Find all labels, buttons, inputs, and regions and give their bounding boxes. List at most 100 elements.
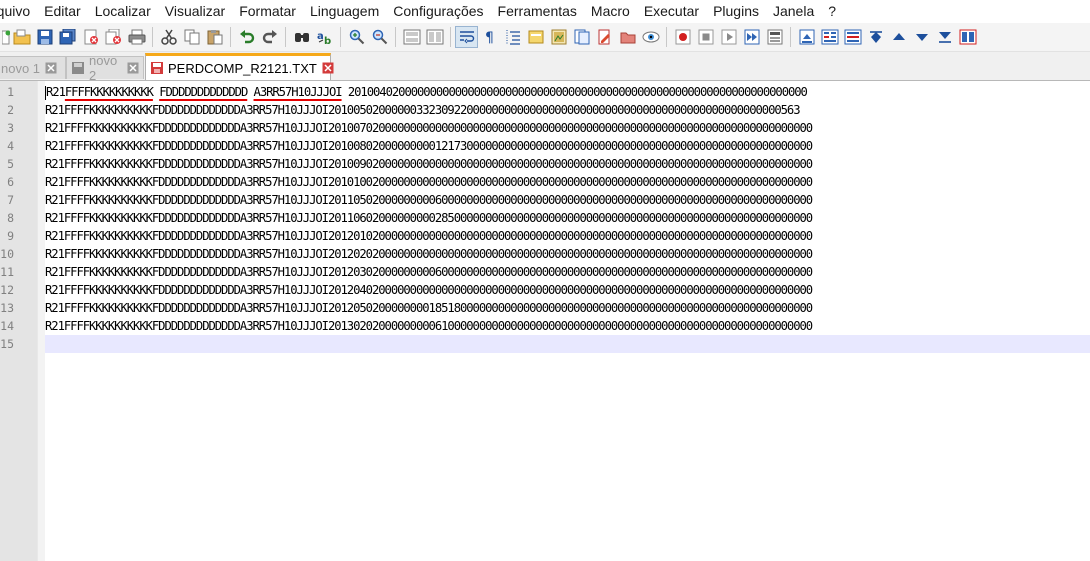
document-map-icon[interactable] [547, 26, 570, 48]
menu-plugins[interactable]: Plugins [706, 0, 766, 23]
line-number: 5 [7, 157, 14, 171]
word-wrap-icon[interactable] [455, 26, 478, 48]
function-list-icon[interactable] [570, 26, 593, 48]
stop-macro-icon[interactable] [694, 26, 717, 48]
fold-margin [37, 81, 45, 561]
close-all-icon[interactable] [102, 26, 125, 48]
code-line[interactable]: R21FFFFKKKKKKKKKKFDDDDDDDDDDDDDA3RR57H10… [45, 245, 1090, 263]
tab-novo-1[interactable]: novo 1 [0, 56, 66, 79]
compare-clear-icon[interactable] [841, 26, 864, 48]
undo-icon[interactable] [235, 26, 258, 48]
toolbar-separator [450, 27, 451, 47]
menu-help[interactable]: ? [821, 0, 843, 23]
code-line[interactable]: R21FFFFKKKKKKKKKKFDDDDDDDDDDDDDA3RR57H10… [45, 137, 1090, 155]
user-language-icon[interactable] [524, 26, 547, 48]
record-macro-icon[interactable] [671, 26, 694, 48]
code-line[interactable]: R21FFFFKKKKKKKKKKFDDDDDDDDDDDDDA3RR57H10… [45, 155, 1090, 173]
line-number: 14 [0, 319, 14, 333]
last-diff-icon[interactable] [933, 26, 956, 48]
code-line[interactable]: R21FFFFKKKKKKKKKKFDDDDDDDDDDDDDA3RR57H10… [45, 227, 1090, 245]
menu-visualizar[interactable]: Visualizar [158, 0, 232, 23]
code-area[interactable]: R21FFFFKKKKKKKKKK FDDDDDDDDDDDDD A3RR57H… [45, 83, 1090, 353]
menu-localizar[interactable]: Localizar [88, 0, 158, 23]
tab-novo-2[interactable]: novo 2 [66, 53, 144, 83]
code-segment: R21 [46, 85, 66, 99]
monitoring-icon[interactable] [639, 26, 662, 48]
toolbar-separator [340, 27, 341, 47]
panel-icon[interactable] [956, 26, 979, 48]
code-line[interactable]: R21FFFFKKKKKKKKKKFDDDDDDDDDDDDDA3RR57H10… [45, 209, 1090, 227]
cut-icon[interactable] [157, 26, 180, 48]
next-diff-icon[interactable] [910, 26, 933, 48]
sync-vertical-icon[interactable] [400, 26, 423, 48]
code-line[interactable]: R21FFFFKKKKKKKKKKFDDDDDDDDDDDDDA3RR57H10… [45, 281, 1090, 299]
new-file-icon[interactable] [0, 26, 10, 48]
save-all-icon[interactable] [56, 26, 79, 48]
save-macro-icon[interactable] [763, 26, 786, 48]
close-tab-icon[interactable] [45, 62, 57, 74]
svg-text:b: b [324, 36, 331, 45]
tab-label: novo 2 [89, 53, 118, 83]
close-tab-icon[interactable] [127, 62, 139, 74]
menu-ferramentas[interactable]: Ferramentas [491, 0, 584, 23]
svg-text:¶: ¶ [485, 30, 494, 45]
compare-icon[interactable] [818, 26, 841, 48]
close-icon[interactable] [79, 26, 102, 48]
code-line[interactable]: R21FFFFKKKKKKKKKK FDDDDDDDDDDDDD A3RR57H… [45, 83, 1090, 101]
close-tab-icon[interactable] [322, 62, 334, 74]
folder-icon[interactable] [616, 26, 639, 48]
code-line[interactable]: R21FFFFKKKKKKKKKKFDDDDDDDDDDDDDA3RR57H10… [45, 173, 1090, 191]
open-file-icon[interactable] [10, 26, 33, 48]
line-number: 2 [7, 103, 14, 117]
toolbar-separator [285, 27, 286, 47]
tab-label: novo 1 [1, 60, 41, 76]
modified-file-icon [150, 61, 164, 75]
sync-horizontal-icon[interactable] [423, 26, 446, 48]
copy-icon[interactable] [180, 26, 203, 48]
code-line[interactable]: R21FFFFKKKKKKKKKKFDDDDDDDDDDDDDA3RR57H10… [45, 263, 1090, 281]
unsaved-file-icon [71, 61, 85, 75]
paste-icon[interactable] [203, 26, 226, 48]
folder-workspace-icon[interactable] [593, 26, 616, 48]
zoom-in-icon[interactable] [345, 26, 368, 48]
code-line[interactable]: R21FFFFKKKKKKKKKKFDDDDDDDDDDDDDA3RR57H10… [45, 299, 1090, 317]
bookmark-icon[interactable] [795, 26, 818, 48]
run-macro-multiple-icon[interactable] [740, 26, 763, 48]
menu-macro[interactable]: Macro [584, 0, 637, 23]
replace-icon[interactable]: ab [313, 26, 336, 48]
show-all-chars-icon[interactable]: ¶ [478, 26, 501, 48]
first-diff-icon[interactable] [864, 26, 887, 48]
menu-bar: rquivo Editar Localizar Visualizar Forma… [0, 0, 1090, 23]
prev-diff-icon[interactable] [887, 26, 910, 48]
code-line[interactable]: R21FFFFKKKKKKKKKKFDDDDDDDDDDDDDA3RR57H10… [45, 101, 1090, 119]
line-number: 9 [7, 229, 14, 243]
tab-label: PERDCOMP_R2121.TXT [168, 60, 317, 76]
play-macro-icon[interactable] [717, 26, 740, 48]
toolbar: ab ¶ [0, 23, 1090, 52]
find-icon[interactable] [290, 26, 313, 48]
line-number: 3 [7, 121, 14, 135]
code-line[interactable]: R21FFFFKKKKKKKKKKFDDDDDDDDDDDDDA3RR57H10… [45, 119, 1090, 137]
code-line[interactable]: R21FFFFKKKKKKKKKKFDDDDDDDDDDDDDA3RR57H10… [45, 191, 1090, 209]
zoom-out-icon[interactable] [368, 26, 391, 48]
current-line[interactable] [45, 335, 1090, 353]
tab-perdcomp[interactable]: PERDCOMP_R2121.TXT [145, 53, 334, 80]
menu-configuracoes[interactable]: Configurações [386, 0, 490, 23]
code-segment: 2010040200000000000000000000000000000000… [341, 85, 808, 99]
print-icon[interactable] [125, 26, 148, 48]
redo-icon[interactable] [258, 26, 281, 48]
underlined-field-1: FFFFKKKKKKKKKK [64, 85, 154, 99]
indent-guide-icon[interactable] [501, 26, 524, 48]
menu-linguagem[interactable]: Linguagem [303, 0, 386, 23]
menu-executar[interactable]: Executar [637, 0, 706, 23]
toolbar-separator [790, 27, 791, 47]
save-icon[interactable] [33, 26, 56, 48]
toolbar-separator [666, 27, 667, 47]
menu-janela[interactable]: Janela [766, 0, 821, 23]
code-line[interactable]: R21FFFFKKKKKKKKKKFDDDDDDDDDDDDDA3RR57H10… [45, 317, 1090, 335]
menu-arquivo[interactable]: rquivo [0, 0, 37, 23]
menu-editar[interactable]: Editar [37, 0, 88, 23]
toolbar-separator [152, 27, 153, 47]
menu-formatar[interactable]: Formatar [232, 0, 303, 23]
text-editor[interactable]: 1 2 3 4 5 6 7 8 9 10 11 12 13 14 15 R21F… [0, 81, 1090, 561]
